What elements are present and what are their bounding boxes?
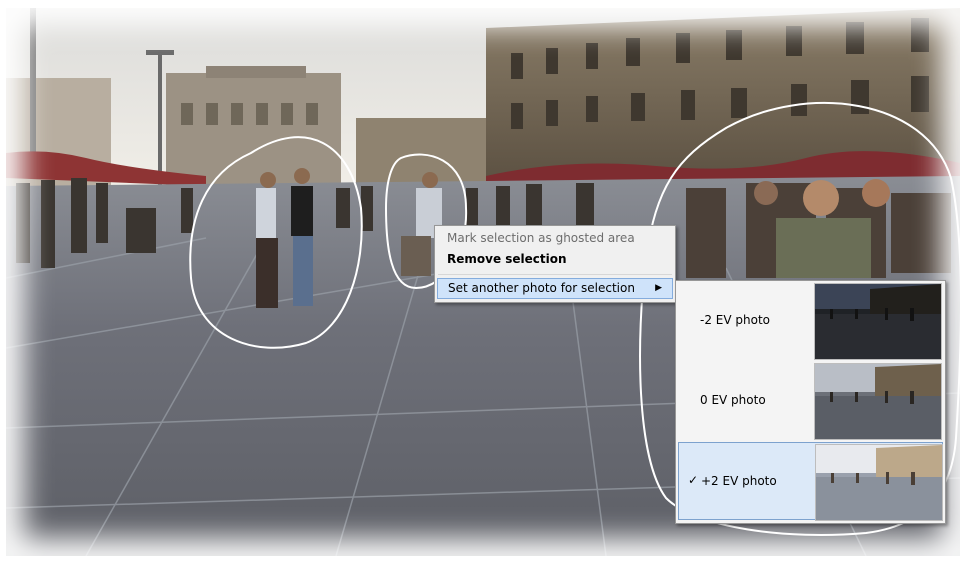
menu-item-mark-ghosted[interactable]: Mark selection as ghosted area [437, 228, 673, 248]
submenu-item-0ev[interactable]: 0 EV photo [678, 362, 943, 440]
thumbnail-dark [814, 283, 942, 360]
context-menu: Mark selection as ghosted area Remove se… [434, 225, 676, 303]
menu-item-set-another-photo[interactable]: Set another photo for selection ▶ [437, 278, 673, 299]
triangle-right-icon: ▶ [655, 283, 662, 293]
menu-item-label: Set another photo for selection [448, 281, 635, 295]
submenu-item-minus2ev[interactable]: -2 EV photo [678, 282, 943, 360]
thumbnail-normal [814, 363, 942, 440]
photo-submenu: -2 EV photo 0 EV photo ✓ +2 EV photo [675, 280, 946, 524]
submenu-item-label: -2 EV photo [700, 313, 770, 327]
menu-item-remove-selection[interactable]: Remove selection [437, 249, 673, 269]
submenu-item-label: +2 EV photo [701, 474, 777, 488]
thumbnail-bright [815, 444, 943, 521]
submenu-item-label: 0 EV photo [700, 393, 766, 407]
submenu-item-plus2ev[interactable]: ✓ +2 EV photo [678, 442, 943, 521]
menu-separator [438, 274, 672, 275]
check-icon: ✓ [688, 473, 699, 487]
